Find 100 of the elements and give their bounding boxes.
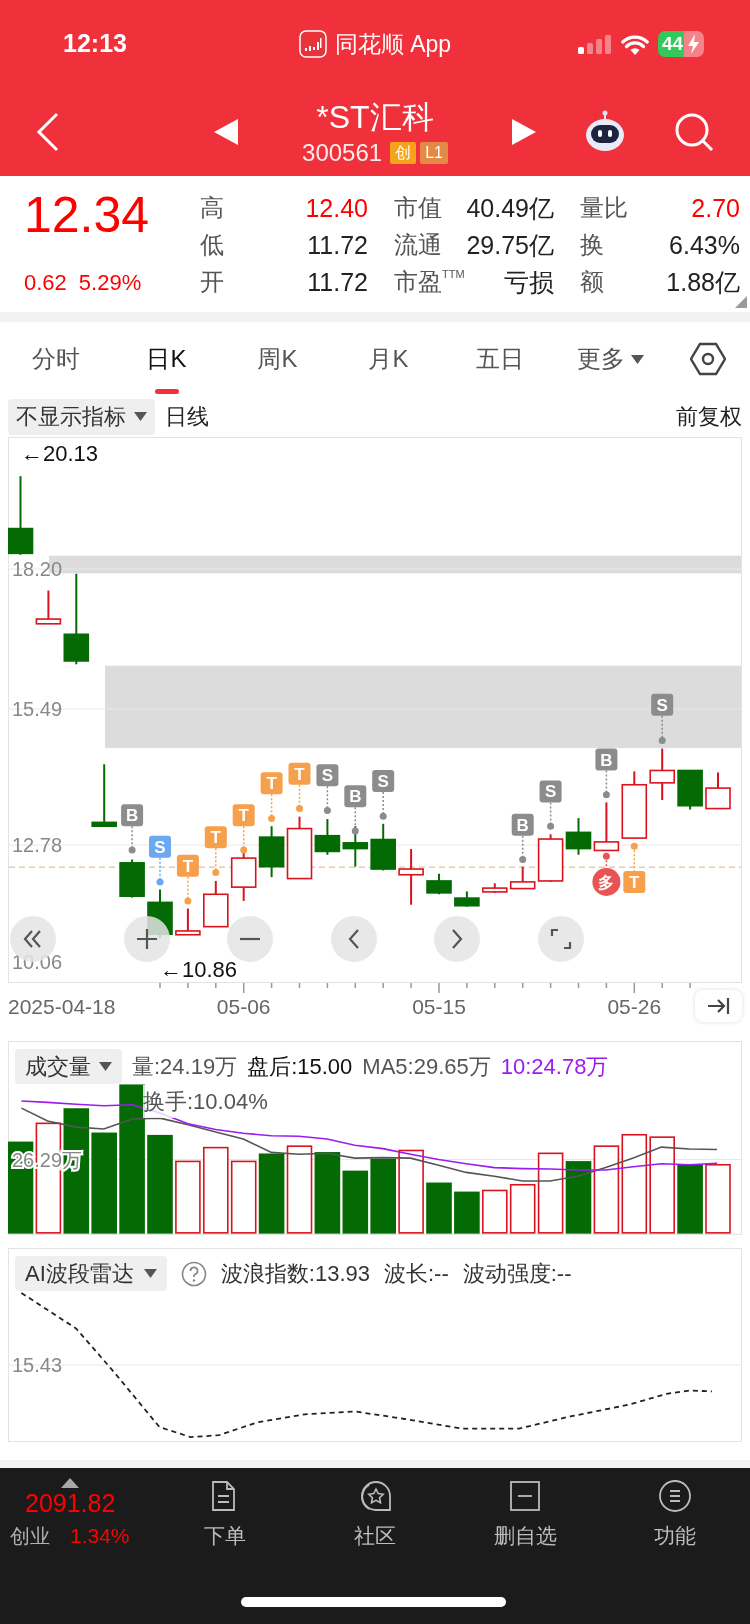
caret-icon xyxy=(99,1062,112,1071)
axis-label: 12.78 xyxy=(12,834,63,856)
volume-reading: 10:24.78万 xyxy=(500,1053,609,1081)
candlestick xyxy=(677,769,703,811)
adjustment-button[interactable]: 前复权 xyxy=(676,400,742,433)
indicator-dropdown[interactable]: 不显示指标 xyxy=(8,398,155,435)
stat-label: 换 xyxy=(580,229,604,260)
zoom-out-button[interactable] xyxy=(227,916,273,962)
stat-label: 市盈$^{TTM}$ xyxy=(394,266,465,297)
candlestick xyxy=(565,817,592,856)
more-dropdown-tab[interactable]: 更多 xyxy=(555,322,666,396)
chart-tab[interactable]: 日K xyxy=(111,322,222,396)
zoom-in-button[interactable] xyxy=(124,916,170,962)
stock-name: *ST汇科 xyxy=(316,98,434,137)
tab-bar-item[interactable]: 下单 xyxy=(150,1478,300,1552)
indicator-dropdown[interactable]: AI波段雷达 xyxy=(15,1256,167,1291)
volume-reading: MA5:29.65万 xyxy=(362,1053,491,1081)
wave-reading: 波浪指数:13.93 xyxy=(220,1260,370,1288)
app-logo-icon xyxy=(298,30,327,58)
stat-value: 11.72 xyxy=(307,229,368,260)
candlestick xyxy=(370,822,396,872)
next-button[interactable] xyxy=(434,916,480,962)
chart-tab[interactable]: 周K xyxy=(222,322,333,396)
date-label: 05-06 xyxy=(216,995,271,1018)
volume-bar xyxy=(677,1164,703,1234)
fullscreen-icon xyxy=(548,926,574,952)
caret-icon xyxy=(143,1269,157,1278)
back-icon[interactable] xyxy=(36,112,60,152)
stat-label: 额 xyxy=(580,266,604,297)
stat-label: 低 xyxy=(200,229,224,260)
fullscreen-button[interactable] xyxy=(538,916,584,962)
up-triangle-icon xyxy=(61,1478,79,1488)
candlestick xyxy=(91,763,117,828)
axis-label: 15.43 xyxy=(12,1354,63,1376)
turnover-reading: 换手:10.04% xyxy=(143,1085,268,1118)
candlestick xyxy=(621,770,648,840)
market-tag: 创 xyxy=(390,142,417,164)
jump-to-end-icon xyxy=(706,996,731,1016)
stat-value: 12.40 xyxy=(305,192,368,223)
volume-bar xyxy=(705,1163,731,1234)
chart-tab[interactable]: 五日 xyxy=(444,322,555,396)
tab-bar-item[interactable]: 删自选 xyxy=(450,1478,600,1552)
wave-reading: 波长:-- xyxy=(383,1260,449,1288)
stock-code: 300561 xyxy=(302,139,383,167)
volume-bar xyxy=(342,1170,369,1234)
stat-value: 2.70 xyxy=(691,192,740,223)
next-stock-icon[interactable] xyxy=(512,119,536,145)
low-price-marker: ←10.86 xyxy=(160,957,238,982)
minus-square-icon xyxy=(507,1478,543,1514)
volume-indicator-dropdown[interactable]: 成交量 xyxy=(15,1049,122,1084)
candlestick xyxy=(398,848,424,906)
search-icon[interactable] xyxy=(674,112,714,152)
wifi-icon xyxy=(621,33,649,55)
axis-label: 15.49 xyxy=(12,698,63,720)
candlestick xyxy=(426,872,452,896)
candlestick xyxy=(649,747,675,801)
tab-bar-item[interactable]: 功能 xyxy=(600,1478,750,1552)
chart-tab[interactable]: 分时 xyxy=(0,322,111,396)
previous-stock-icon[interactable] xyxy=(214,119,238,145)
robot-icon[interactable] xyxy=(583,110,627,154)
axis-label: 10.06 xyxy=(12,951,63,973)
date-label: 05-15 xyxy=(412,995,466,1018)
volume-bar xyxy=(426,1182,452,1234)
stat-value: 1.88亿 xyxy=(666,266,740,297)
stat-value: 40.49亿 xyxy=(466,192,554,223)
status-time: 12:13 xyxy=(63,28,127,60)
charging-bolt-icon xyxy=(684,31,705,57)
date-label: 05-26 xyxy=(607,995,662,1018)
volume-reading: 盘后:15.00 xyxy=(247,1053,353,1081)
period-label: 日线 xyxy=(165,403,209,431)
tab-bar-item[interactable]: 社区 xyxy=(300,1478,450,1552)
candlestick xyxy=(593,801,620,852)
date-label: 2025-04-18 xyxy=(8,995,116,1018)
help-icon[interactable] xyxy=(180,1260,207,1287)
caret-icon xyxy=(134,412,147,421)
app-name: 同花顺 App xyxy=(334,29,452,59)
chart-tab[interactable]: 月K xyxy=(333,322,444,396)
minus-icon xyxy=(240,937,260,941)
stat-value: 6.43% xyxy=(669,229,740,260)
index-value: 2091.82 xyxy=(25,1488,116,1518)
menu-icon xyxy=(657,1478,693,1514)
stat-value: 29.75亿 xyxy=(466,229,554,260)
stat-label: 市值 xyxy=(394,192,442,223)
candlestick xyxy=(258,825,285,879)
stat-value: 亏损 xyxy=(504,266,554,297)
stat-label: 量比 xyxy=(580,192,628,223)
signal-icon xyxy=(578,34,612,54)
candlestick xyxy=(454,890,480,908)
axis-label: 18.20 xyxy=(12,558,63,580)
expand-corner-icon[interactable] xyxy=(735,296,747,308)
candlestick xyxy=(119,858,145,899)
jump-to-latest-button[interactable] xyxy=(695,990,742,1022)
volume-bar xyxy=(482,1189,508,1234)
stat-label: 高 xyxy=(200,192,224,223)
stat-label: 开 xyxy=(200,266,224,297)
price-change-percent: 5.29% xyxy=(78,272,142,294)
index-name: 创业 xyxy=(10,1524,50,1549)
market-tag: L1 xyxy=(420,142,448,164)
settings-icon[interactable] xyxy=(690,342,726,376)
previous-button[interactable] xyxy=(331,916,377,962)
